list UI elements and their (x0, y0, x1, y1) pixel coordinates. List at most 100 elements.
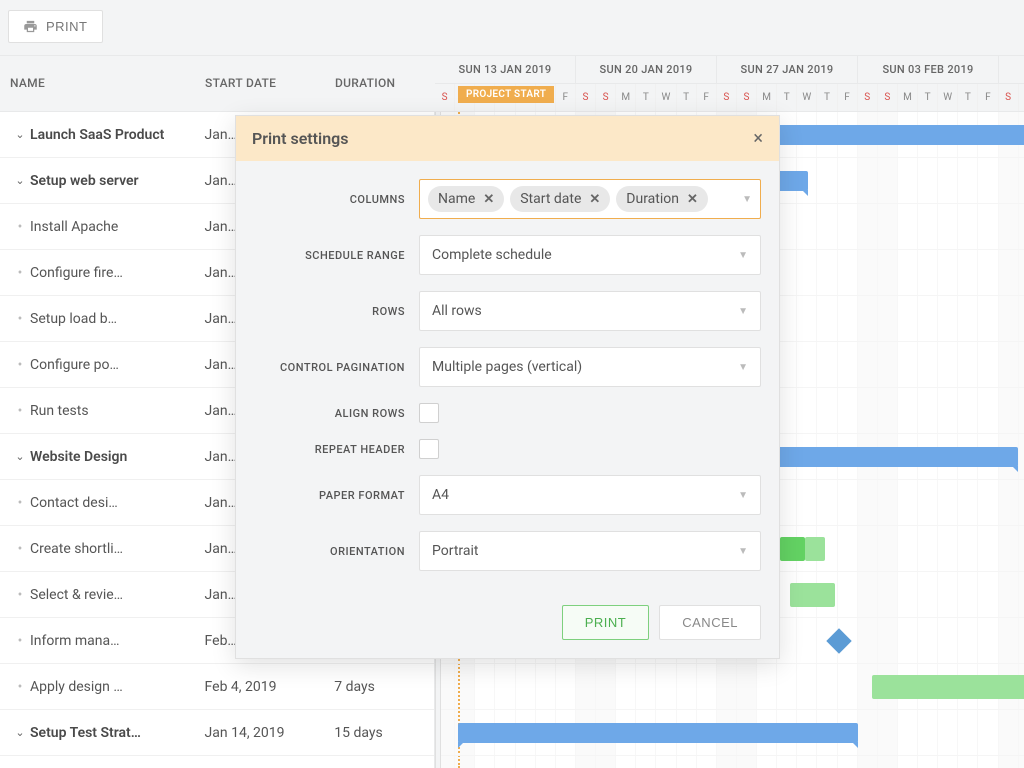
modal-print-button[interactable]: PRINT (562, 605, 650, 640)
day-header-cell: S (737, 84, 757, 111)
task-name: Select & revie… (30, 587, 123, 603)
tag-remove-icon[interactable]: ✕ (483, 192, 494, 207)
task-row[interactable]: •Apply design …Feb 4, 20197 days (0, 664, 434, 710)
task-name: Launch SaaS Product (30, 127, 164, 143)
label-columns: COLUMNS (254, 193, 419, 206)
label-repeat-header: REPEAT HEADER (254, 443, 419, 456)
tag-name[interactable]: Name✕ (428, 186, 504, 212)
task-name: Configure fire… (30, 265, 123, 281)
gantt-row[interactable] (435, 664, 1024, 710)
orientation-select[interactable]: Portrait ▼ (419, 531, 761, 571)
tag-start-date[interactable]: Start date✕ (510, 186, 610, 212)
week-header-cell: SUN 03 FEB 2019 (858, 56, 999, 83)
day-header-cell: F (697, 84, 717, 111)
bullet-icon: • (10, 403, 30, 419)
project-start-badge: PROJECT START (458, 86, 554, 103)
week-header-cell: SUN 20 JAN 2019 (576, 56, 717, 83)
bullet-icon: • (10, 357, 30, 373)
task-name: Setup web server (30, 173, 139, 189)
label-orientation: ORIENTATION (254, 545, 419, 558)
paper-format-select[interactable]: A4 ▼ (419, 475, 761, 515)
chevron-down-icon[interactable]: ⌄ (10, 174, 30, 187)
print-button[interactable]: PRINT (8, 10, 103, 43)
chevron-down-icon[interactable]: ⌄ (10, 726, 30, 739)
modal-header: Print settings × (236, 116, 779, 161)
columns-tag-input[interactable]: Name✕ Start date✕ Duration✕ ▼ (419, 179, 761, 219)
day-header-cell: M (616, 84, 636, 111)
day-header-cell: T (817, 84, 837, 111)
day-header-cell: T (958, 84, 978, 111)
rows-select[interactable]: All rows ▼ (419, 291, 761, 331)
toolbar: PRINT (0, 0, 1024, 56)
task-name: Setup load b… (30, 311, 117, 327)
gantt-row[interactable] (435, 710, 1024, 756)
repeat-header-checkbox[interactable] (419, 439, 439, 459)
bullet-icon: • (10, 587, 30, 603)
day-header-cell: S (435, 84, 455, 111)
day-header-cell: T (918, 84, 938, 111)
task-row[interactable]: ⌄Setup Test Strat…Jan 14, 201915 days (0, 710, 434, 756)
column-header-duration[interactable]: DURATION (335, 56, 435, 111)
day-header-cell: S (858, 84, 878, 111)
control-pagination-select[interactable]: Multiple pages (vertical) ▼ (419, 347, 761, 387)
summary-bar[interactable] (458, 723, 858, 743)
chevron-down-icon: ▼ (738, 546, 748, 557)
column-header-start[interactable]: START DATE (205, 56, 335, 111)
bullet-icon: • (10, 679, 30, 695)
task-name: Website Design (30, 449, 127, 465)
day-header-cell: F (556, 84, 576, 111)
day-header-cell: M (898, 84, 918, 111)
day-header-cell: S (576, 84, 596, 111)
task-bar[interactable] (872, 675, 1024, 699)
day-header-cell: T (636, 84, 656, 111)
bullet-icon: • (10, 633, 30, 649)
task-name: Inform mana… (30, 633, 120, 649)
chevron-down-icon: ▼ (738, 362, 748, 373)
day-header-cell: S (878, 84, 898, 111)
day-header-cell: S (717, 84, 737, 111)
task-name: Create shortli… (30, 541, 123, 557)
bullet-icon: • (10, 219, 30, 235)
day-header-cell: S (999, 84, 1019, 111)
label-rows: ROWS (254, 305, 419, 318)
column-header-name[interactable]: NAME (0, 56, 205, 111)
bullet-icon: • (10, 495, 30, 511)
task-bar[interactable] (790, 583, 835, 607)
modal-title: Print settings (252, 129, 348, 148)
tag-remove-icon[interactable]: ✕ (589, 192, 600, 207)
task-name: Apply design … (30, 679, 123, 695)
label-control-pagination: CONTROL PAGINATION (254, 361, 419, 374)
day-header-cell: W (938, 84, 958, 111)
chevron-down-icon: ▼ (738, 306, 748, 317)
bullet-icon: • (10, 265, 30, 281)
task-duration: 7 days (334, 679, 434, 695)
chevron-down-icon[interactable]: ⌄ (10, 450, 30, 463)
day-header-cell: T (777, 84, 797, 111)
task-name: Setup Test Strat… (30, 725, 141, 741)
print-button-label: PRINT (46, 19, 88, 34)
milestone-diamond[interactable] (826, 628, 851, 653)
chevron-down-icon: ▼ (738, 490, 748, 501)
chevron-down-icon[interactable]: ⌄ (10, 128, 30, 141)
day-header-cell: M (757, 84, 777, 111)
tag-duration[interactable]: Duration✕ (616, 186, 708, 212)
label-schedule-range: SCHEDULE RANGE (254, 249, 419, 262)
tag-remove-icon[interactable]: ✕ (687, 192, 698, 207)
label-align-rows: ALIGN ROWS (254, 407, 419, 420)
week-header-cell: SUN 13 JAN 2019 (435, 56, 576, 83)
align-rows-checkbox[interactable] (419, 403, 439, 423)
chevron-down-icon: ▼ (738, 250, 748, 261)
timeline-header: SUN 13 JAN 2019SUN 20 JAN 2019SUN 27 JAN… (435, 56, 1024, 111)
print-icon (23, 19, 38, 34)
print-settings-modal: Print settings × COLUMNS Name✕ Start dat… (235, 115, 780, 659)
close-icon[interactable]: × (753, 128, 763, 149)
left-columns-header: NAME START DATE DURATION (0, 56, 435, 111)
task-name: Install Apache (30, 219, 118, 235)
day-header-cell: W (656, 84, 676, 111)
header-row: NAME START DATE DURATION SUN 13 JAN 2019… (0, 56, 1024, 112)
chevron-down-icon[interactable]: ▼ (742, 194, 752, 205)
day-header-cell: W (797, 84, 817, 111)
task-bar[interactable] (780, 537, 805, 561)
schedule-range-select[interactable]: Complete schedule ▼ (419, 235, 761, 275)
modal-cancel-button[interactable]: CANCEL (659, 605, 761, 640)
